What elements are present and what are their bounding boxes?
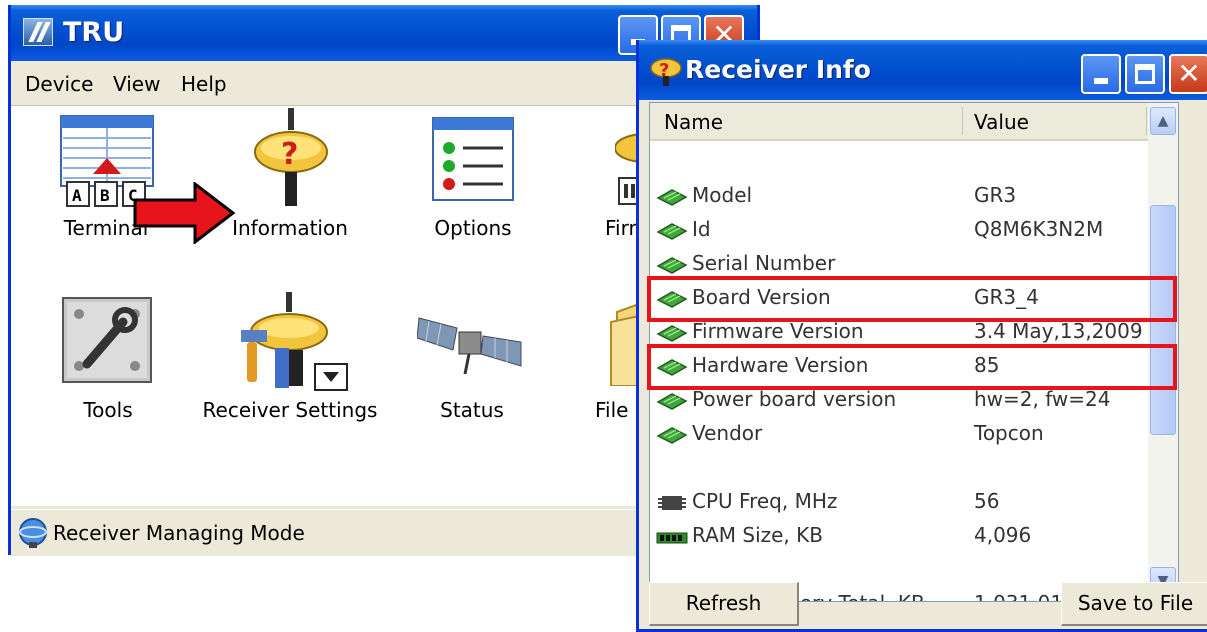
list-item[interactable]: Id Q8M6K3N2M bbox=[650, 213, 1150, 247]
recv-minimize-button[interactable] bbox=[1081, 54, 1121, 94]
folder-icon bbox=[610, 302, 639, 386]
chevron-up-icon: ▲ bbox=[1157, 113, 1169, 129]
options-label: Options bbox=[434, 216, 512, 240]
tools-icon bbox=[62, 297, 152, 383]
row-value: 4,096 bbox=[974, 523, 1032, 547]
row-value: Topcon bbox=[974, 421, 1044, 445]
menu-device[interactable]: Device bbox=[25, 72, 93, 96]
list-item[interactable]: CPU Freq, MHz 56 bbox=[650, 485, 1150, 519]
annotation-arrow bbox=[133, 182, 235, 244]
menu-help[interactable]: Help bbox=[181, 72, 227, 96]
window-title: TRU bbox=[63, 17, 125, 48]
save-to-file-button[interactable]: Save to File bbox=[1061, 582, 1207, 626]
maximize-icon bbox=[1134, 63, 1156, 85]
power-board-highlight-box bbox=[647, 344, 1177, 390]
column-value-header[interactable]: Value bbox=[974, 110, 1029, 134]
cpu-icon bbox=[656, 493, 688, 518]
list-header: Name Value bbox=[650, 103, 1178, 141]
row-value: GR3 bbox=[974, 183, 1017, 207]
receiver-info-icon: ? bbox=[650, 58, 682, 86]
board-icon bbox=[656, 221, 688, 245]
receiver-settings-label: Receiver Settings bbox=[202, 398, 378, 422]
row-value: 3.4 May,13,2009 bbox=[974, 319, 1143, 343]
information-icon: ? bbox=[254, 108, 328, 206]
row-value: hw=2, fw=24 bbox=[974, 387, 1111, 411]
board-icon bbox=[656, 391, 688, 415]
receiver-info-title: Receiver Info bbox=[685, 55, 871, 84]
row-name: RAM Size, KB bbox=[692, 523, 823, 547]
list-item[interactable]: Vendor Topcon bbox=[650, 417, 1150, 451]
row-name: Power board version bbox=[692, 387, 897, 411]
list-item[interactable]: RAM Size, KB 4,096 bbox=[650, 519, 1150, 553]
refresh-button[interactable]: Refresh bbox=[649, 582, 799, 626]
receiver-settings-icon bbox=[241, 292, 348, 391]
receiver-info-titlebar[interactable]: ? Receiver Info ✕ bbox=[639, 40, 1207, 100]
row-name: CPU Freq, MHz bbox=[692, 489, 838, 513]
row-name: Vendor bbox=[692, 421, 763, 445]
svg-text:A: A bbox=[72, 186, 82, 205]
row-value: 56 bbox=[974, 489, 1000, 513]
board-icon bbox=[656, 425, 688, 449]
column-name-header[interactable]: Name bbox=[664, 110, 723, 134]
svg-text:?: ? bbox=[281, 137, 298, 172]
column-separator bbox=[1146, 107, 1147, 135]
status-text: Receiver Managing Mode bbox=[53, 521, 305, 545]
firmware-highlight-box bbox=[647, 276, 1177, 322]
receiver-info-window: ? Receiver Info ✕ Name Value Model GR3 Id Q… bbox=[636, 40, 1207, 632]
scroll-up-button[interactable]: ▲ bbox=[1150, 107, 1176, 135]
menu-view[interactable]: View bbox=[113, 72, 160, 96]
board-icon bbox=[656, 187, 688, 211]
svg-text:B: B bbox=[100, 186, 110, 205]
column-separator bbox=[962, 107, 963, 135]
tools-label: Tools bbox=[83, 398, 133, 422]
ram-icon bbox=[656, 527, 688, 551]
list-item[interactable]: Model GR3 bbox=[650, 179, 1150, 213]
close-icon: ✕ bbox=[1177, 57, 1201, 90]
row-name: Model bbox=[692, 183, 753, 207]
status-label: Status bbox=[440, 398, 504, 422]
receiver-mode-icon bbox=[19, 518, 47, 548]
satellite-icon bbox=[417, 317, 522, 375]
row-name: Id bbox=[692, 217, 711, 241]
row-value: Q8M6K3N2M bbox=[974, 217, 1104, 241]
recv-maximize-button[interactable] bbox=[1125, 54, 1165, 94]
minimize-icon bbox=[1093, 78, 1109, 85]
recv-close-button[interactable]: ✕ bbox=[1169, 54, 1207, 94]
app-logo-icon bbox=[23, 18, 53, 46]
options-icon bbox=[432, 117, 514, 201]
row-name: Firmware Version bbox=[692, 319, 864, 343]
row-name: Serial Number bbox=[692, 251, 836, 275]
